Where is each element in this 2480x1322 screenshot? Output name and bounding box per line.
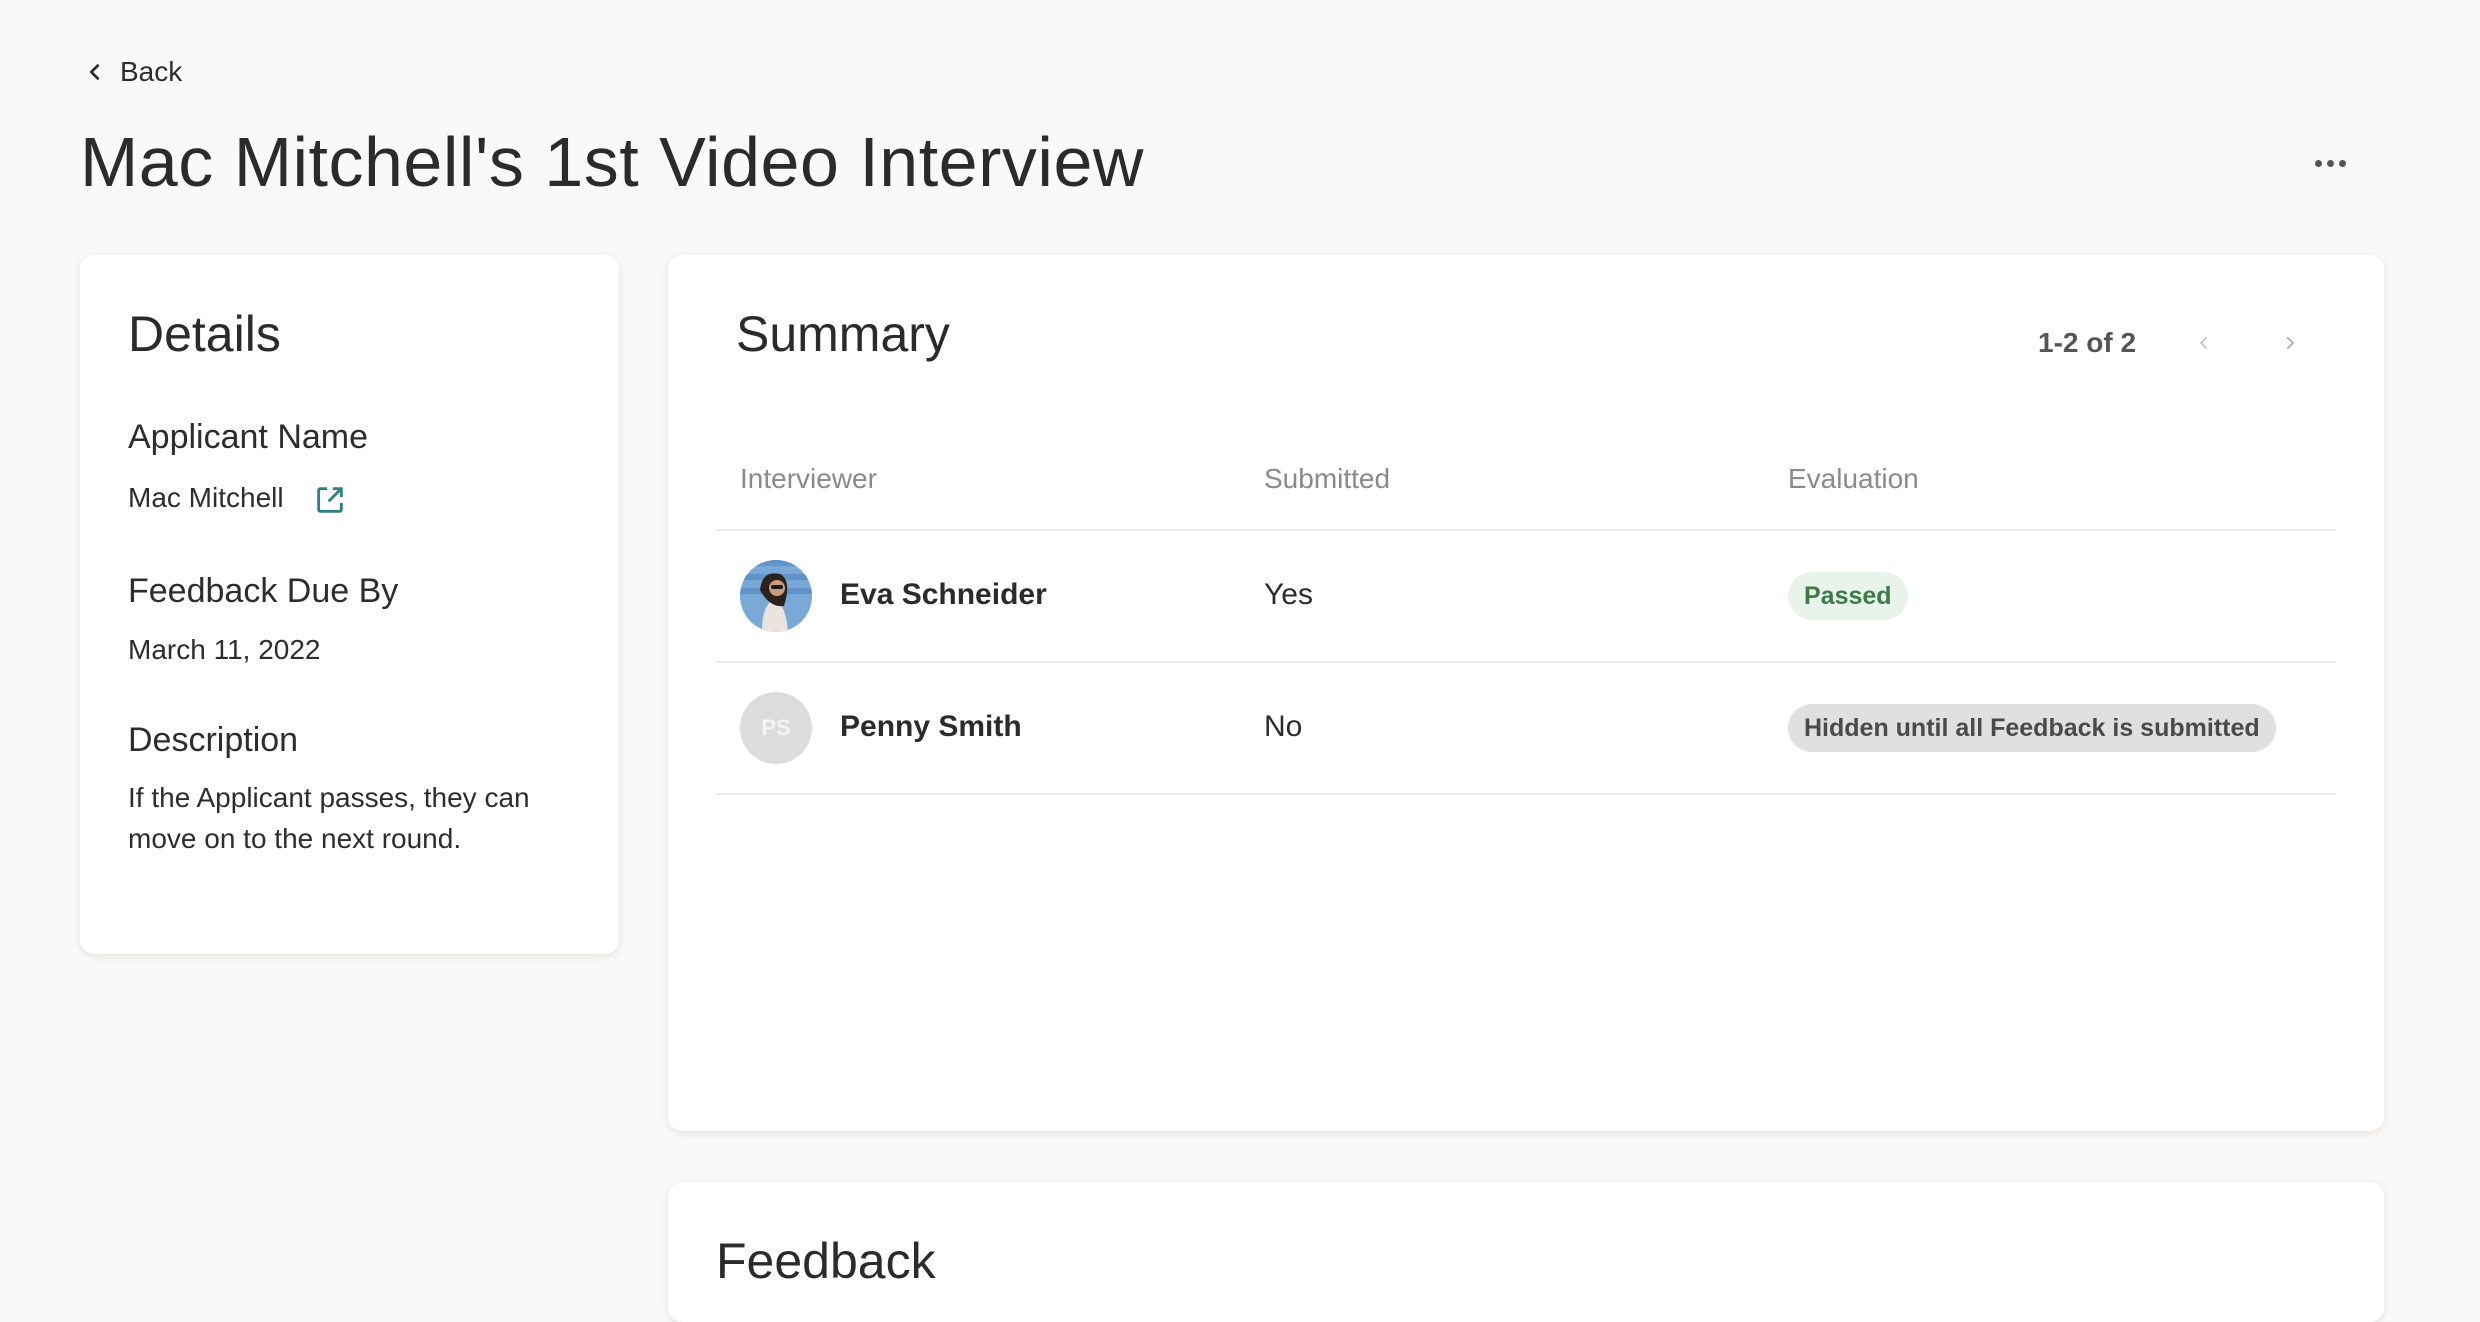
- summary-card: Summary 1-2 of 2 Interviewer Submitted E…: [668, 255, 2384, 1131]
- external-link-icon[interactable]: [313, 483, 347, 517]
- feedback-due-label: Feedback Due By: [128, 572, 399, 610]
- submitted-value: Yes: [1264, 578, 1313, 611]
- pagination-count: 1-2 of 2: [2038, 327, 2137, 358]
- previous-page-button[interactable]: [2188, 325, 2220, 361]
- column-header-submitted: Submitted: [1264, 463, 1391, 494]
- status-badge: Hidden until all Feedback is submitted: [1788, 704, 2276, 752]
- details-heading: Details: [128, 306, 281, 362]
- avatar: PS: [740, 692, 812, 764]
- avatar-photo: [740, 560, 812, 632]
- avatar: [740, 560, 812, 632]
- more-dot: [2338, 159, 2346, 167]
- table-row[interactable]: PS Penny Smith No Hidden until all Feedb…: [716, 661, 2336, 795]
- interviewer-name: Penny Smith: [840, 710, 1022, 743]
- back-link[interactable]: Back: [84, 56, 182, 88]
- details-card: Details Applicant Name Mac Mitchell Feed…: [80, 255, 619, 954]
- more-dot: [2326, 159, 2334, 167]
- page-title: Mac Mitchell's 1st Video Interview: [80, 123, 1144, 201]
- back-label: Back: [120, 56, 183, 87]
- table-row[interactable]: Eva Schneider Yes Passed: [716, 529, 2336, 661]
- summary-heading: Summary: [736, 306, 950, 362]
- applicant-name-value: Mac Mitchell: [128, 482, 284, 513]
- status-badge: Passed: [1788, 572, 1908, 620]
- description-value: If the Applicant passes, they can move o…: [128, 782, 530, 854]
- feedback-due-value: March 11, 2022: [128, 634, 321, 665]
- submitted-value: No: [1264, 710, 1303, 743]
- more-options-button[interactable]: [2310, 148, 2350, 178]
- applicant-name-row: Mac Mitchell: [128, 477, 347, 518]
- chevron-right-icon: [2286, 336, 2294, 350]
- feedback-heading: Feedback: [716, 1233, 936, 1289]
- chevron-left-icon: [89, 64, 100, 80]
- column-header-evaluation: Evaluation: [1788, 463, 1919, 494]
- chevron-left-icon: [2200, 336, 2208, 350]
- description-label: Description: [128, 721, 299, 759]
- next-page-button[interactable]: [2274, 325, 2306, 361]
- more-horizontal-icon: [2314, 159, 2322, 167]
- interviewer-name: Eva Schneider: [840, 578, 1047, 611]
- applicant-name-label: Applicant Name: [128, 418, 369, 456]
- feedback-card: Feedback: [668, 1182, 2384, 1322]
- column-header-interviewer: Interviewer: [740, 463, 877, 494]
